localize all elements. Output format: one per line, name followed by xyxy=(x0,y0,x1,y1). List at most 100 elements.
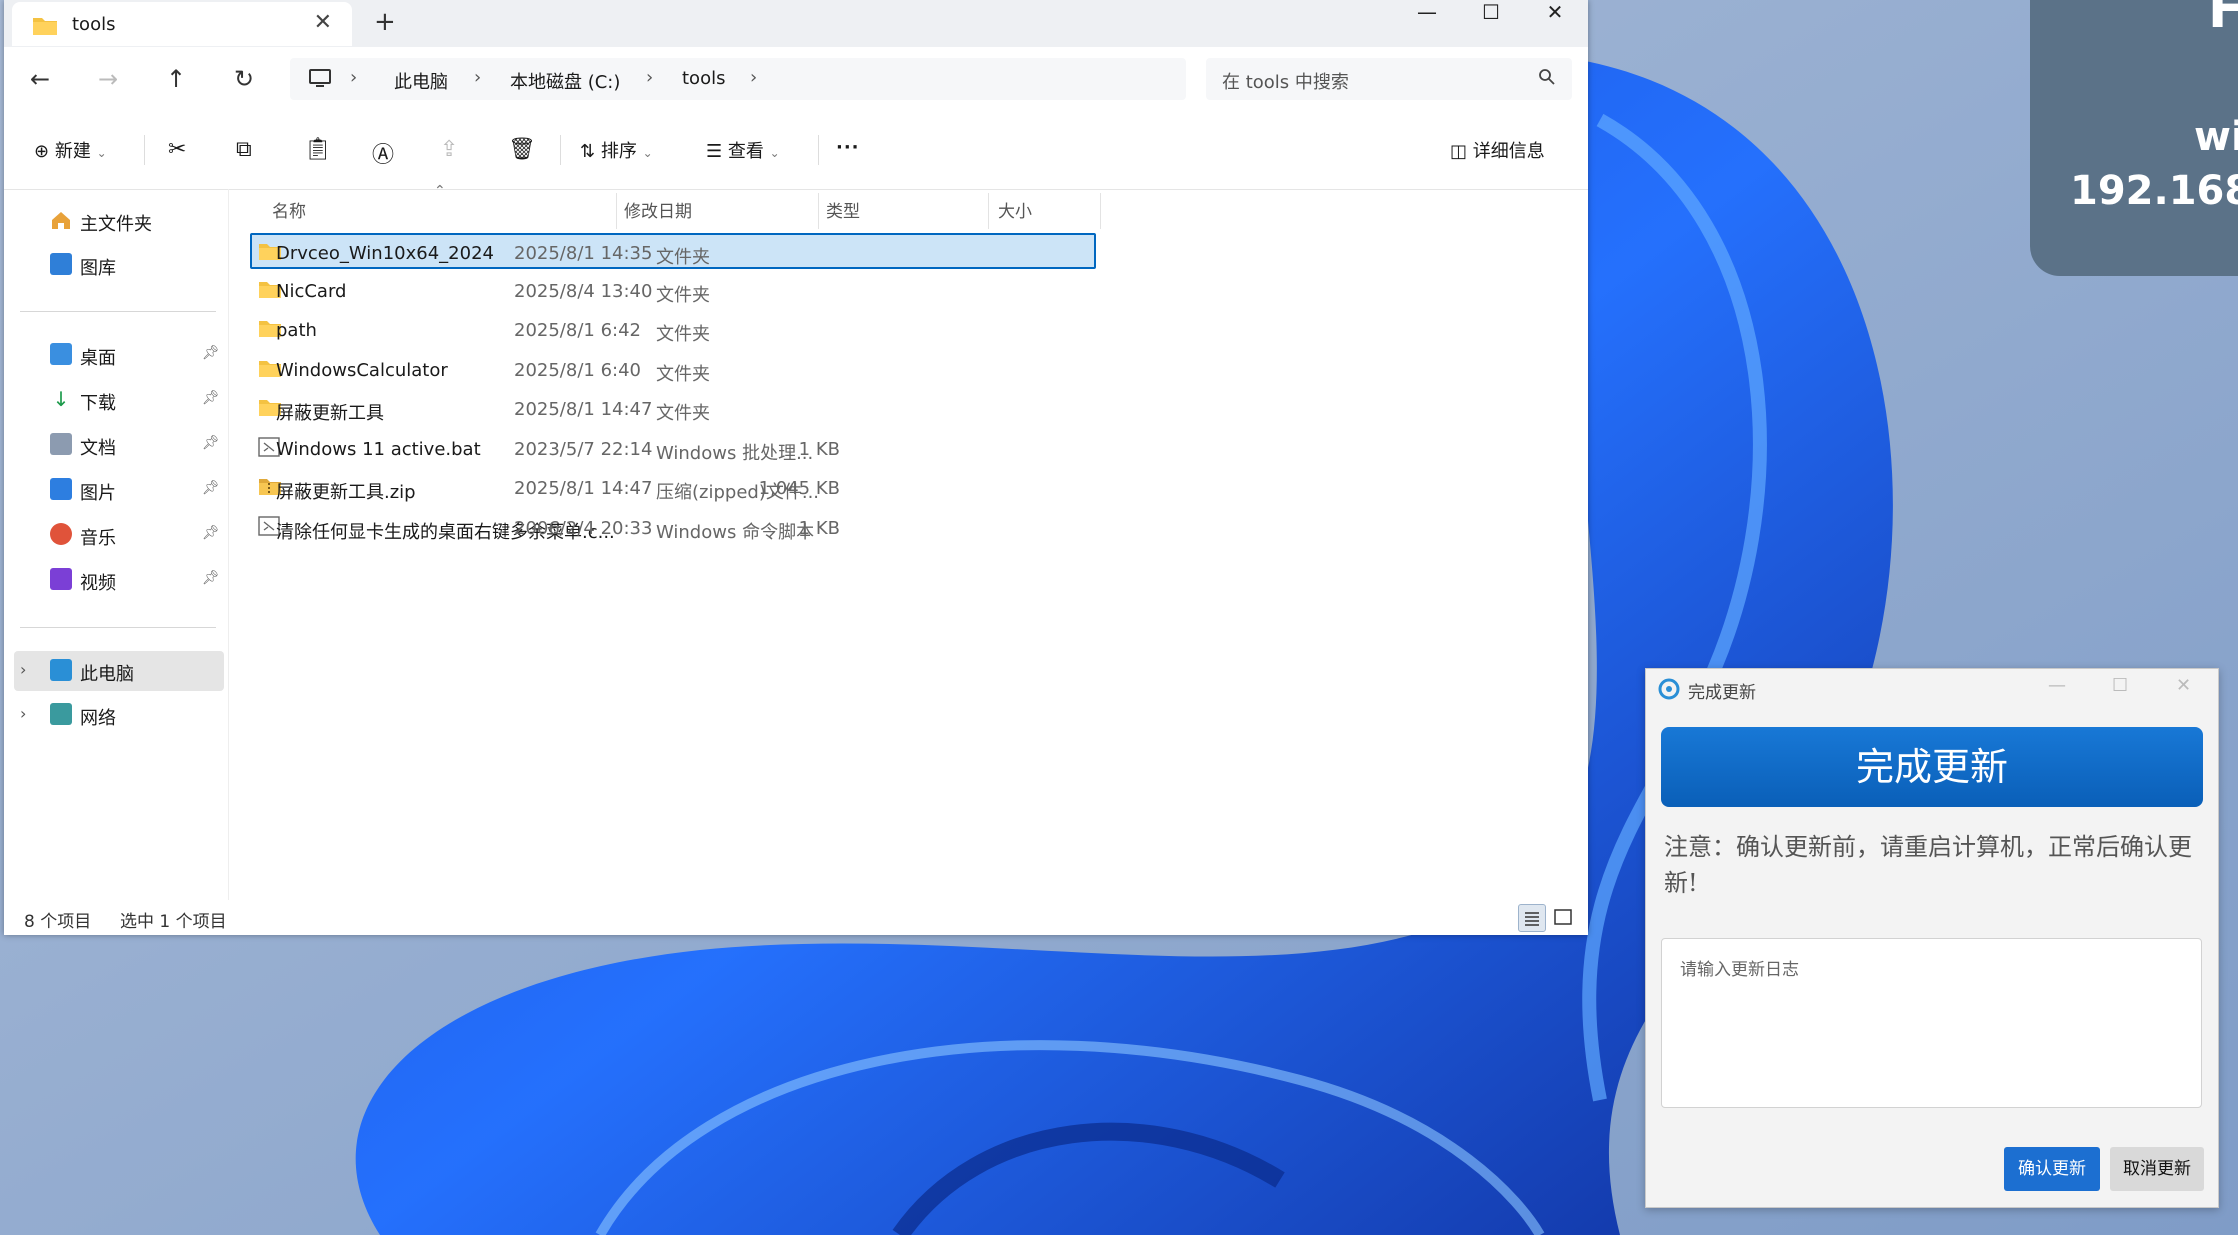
file-row[interactable]: NicCard 2025/8/4 13:40 文件夹 xyxy=(252,273,1096,309)
file-name: 屏蔽更新工具 xyxy=(276,403,384,424)
breadcrumb-tools[interactable]: tools xyxy=(682,68,725,89)
file-row[interactable]: Drvceo_Win10x64_2024 2025/8/1 14:35 文件夹 xyxy=(250,233,1096,269)
sidebar-item-label: 图片 xyxy=(80,483,116,504)
toolbar-divider xyxy=(144,135,145,165)
file-date: 2025/8/1 14:35 xyxy=(514,243,653,264)
chevron-right-icon[interactable]: › xyxy=(20,660,26,679)
sidebar-divider xyxy=(20,311,216,312)
pin-icon[interactable]: 📌︎ xyxy=(202,525,220,541)
column-divider[interactable] xyxy=(1100,193,1101,229)
file-row[interactable]: 清除任何显卡生成的桌面右键多余菜单.c... 2006/2/4 20:33 Wind… xyxy=(252,510,1096,546)
file-row[interactable]: 屏蔽更新工具 2025/8/1 14:47 文件夹 xyxy=(252,391,1096,427)
sidebar-item-home[interactable]: 主文件夹 xyxy=(4,201,224,241)
documents-icon xyxy=(50,433,72,455)
breadcrumb-separator: › xyxy=(646,67,654,88)
address-bar[interactable]: › 此电脑 › 本地磁盘 (C:) › tools › xyxy=(290,58,1186,100)
breadcrumb-this-pc[interactable]: 此电脑 xyxy=(394,68,448,94)
column-divider[interactable] xyxy=(616,193,617,229)
update-log-textarea[interactable]: 请输入更新日志 xyxy=(1661,938,2202,1108)
minimize-icon[interactable]: — xyxy=(1396,0,1458,24)
edge-card-line1: F xyxy=(2208,0,2238,40)
share-icon[interactable]: ⇪ xyxy=(440,137,458,162)
column-header-date[interactable]: 修改日期 xyxy=(624,197,692,222)
copy-icon[interactable]: ⧉ xyxy=(236,137,252,162)
file-row[interactable]: path 2025/8/1 6:42 文件夹 xyxy=(252,312,1096,348)
sort-button[interactable]: ⇅ 排序 ⌄ xyxy=(580,137,653,163)
folder-icon xyxy=(33,18,57,35)
pin-icon[interactable]: 📌︎ xyxy=(202,390,220,406)
details-label: 详细信息 xyxy=(1472,141,1545,162)
sidebar-item-documents[interactable]: 文档 📌︎ xyxy=(4,425,224,465)
dialog-maximize-icon[interactable]: ☐ xyxy=(2112,675,2128,696)
delete-icon[interactable]: 🗑︎ xyxy=(508,137,536,162)
file-row[interactable]: Windows 11 active.bat 2023/5/7 22:14 Windo… xyxy=(252,431,1096,467)
sidebar-item-pictures[interactable]: 图片 📌︎ xyxy=(4,470,224,510)
confirm-update-button[interactable]: 确认更新 xyxy=(2004,1147,2100,1191)
details-view-button[interactable] xyxy=(1518,904,1546,932)
sort-icon: ⇅ xyxy=(580,141,596,162)
column-header-name[interactable]: 名称 xyxy=(272,197,306,222)
pin-icon[interactable]: 📌︎ xyxy=(202,435,220,451)
sidebar-item-videos[interactable]: 视频 📌︎ xyxy=(4,560,224,600)
chevron-right-icon[interactable]: › xyxy=(20,704,26,723)
sidebar-item-label: 主文件夹 xyxy=(80,214,152,235)
new-button[interactable]: ⊕ 新建 ⌄ xyxy=(34,137,107,163)
pin-icon[interactable]: 📌︎ xyxy=(202,345,220,361)
sidebar-item-network[interactable]: › 网络 xyxy=(4,695,224,735)
sidebar-item-music[interactable]: 音乐 📌︎ xyxy=(4,515,224,555)
column-divider[interactable] xyxy=(988,193,989,229)
cancel-update-button[interactable]: 取消更新 xyxy=(2110,1147,2204,1191)
close-tab-icon[interactable]: ✕ xyxy=(314,10,332,35)
thumbnail-view-button[interactable] xyxy=(1550,904,1576,930)
paste-icon[interactable]: 📋︎ xyxy=(304,137,332,162)
forward-icon[interactable]: → xyxy=(98,65,118,93)
tab-tools[interactable]: tools ✕ xyxy=(12,2,352,46)
back-icon[interactable]: ← xyxy=(30,65,50,93)
new-tab-icon[interactable]: + xyxy=(374,7,396,37)
file-row[interactable]: WindowsCalculator 2025/8/1 6:40 文件夹 xyxy=(252,352,1096,388)
column-header-size[interactable]: 大小 xyxy=(998,197,1032,222)
gallery-icon xyxy=(50,253,72,275)
refresh-icon[interactable]: ↻ xyxy=(234,65,254,93)
file-type: 文件夹 xyxy=(656,324,710,345)
computer-icon xyxy=(309,69,331,87)
chevron-down-icon: ⌄ xyxy=(96,146,107,160)
cut-icon[interactable]: ✂ xyxy=(168,137,186,162)
up-icon[interactable]: ↑ xyxy=(166,65,186,93)
update-dialog: 完成更新 — ☐ ✕ 完成更新 注意：确认更新前，请重启计算机，正常后确认更新!… xyxy=(1645,668,2219,1208)
sidebar-item-gallery[interactable]: 图库 xyxy=(4,245,224,285)
view-list-icon: ☰ xyxy=(706,141,723,162)
sidebar-item-desktop[interactable]: 桌面 📌︎ xyxy=(4,335,224,375)
file-row[interactable]: 屏蔽更新工具.zip 2025/8/1 14:47 压缩(zipped)文件... 1… xyxy=(252,470,1096,506)
close-window-icon[interactable]: ✕ xyxy=(1524,0,1586,24)
app-logo-icon xyxy=(1658,678,1680,700)
desktop-icon xyxy=(50,343,72,365)
pin-icon[interactable]: 📌︎ xyxy=(202,480,220,496)
breadcrumb-local-disk[interactable]: 本地磁盘 (C:) xyxy=(510,68,620,94)
dialog-close-icon[interactable]: ✕ xyxy=(2176,675,2191,696)
pin-icon[interactable]: 📌︎ xyxy=(202,570,220,586)
sidebar-item-downloads[interactable]: ↓ 下载 📌︎ xyxy=(4,380,224,420)
column-divider[interactable] xyxy=(818,193,819,229)
edge-info-card: F wi 192.168.8 xyxy=(2030,0,2238,276)
more-options-icon[interactable]: ··· xyxy=(836,137,860,158)
navigation-bar: ← → ↑ ↻ › 此电脑 › 本地磁盘 (C:) › tools › 在 to… xyxy=(4,47,1588,111)
sidebar-item-this-pc[interactable]: › 此电脑 xyxy=(14,651,224,691)
search-input[interactable]: 在 tools 中搜索 xyxy=(1206,58,1572,100)
new-label: 新建 xyxy=(54,141,91,162)
dialog-title: 完成更新 xyxy=(1688,683,1756,703)
sidebar-item-label: 网络 xyxy=(80,708,116,729)
rename-icon[interactable]: Ⓐ xyxy=(372,137,394,169)
network-icon xyxy=(50,703,72,725)
column-header-type[interactable]: 类型 xyxy=(826,197,860,222)
details-button[interactable]: ◫ 详细信息 xyxy=(1450,137,1545,163)
dialog-minimize-icon[interactable]: — xyxy=(2048,675,2066,696)
edge-card-line2: wi xyxy=(2194,114,2238,160)
maximize-icon[interactable]: ☐ xyxy=(1460,0,1522,24)
view-button[interactable]: ☰ 查看 ⌄ xyxy=(706,137,780,163)
music-icon xyxy=(50,523,72,545)
sidebar-item-label: 桌面 xyxy=(80,348,116,369)
file-date: 2025/8/1 6:42 xyxy=(514,320,641,341)
plus-circle-icon: ⊕ xyxy=(34,141,50,162)
tab-bar: tools ✕ + — ☐ ✕ xyxy=(4,0,1588,47)
